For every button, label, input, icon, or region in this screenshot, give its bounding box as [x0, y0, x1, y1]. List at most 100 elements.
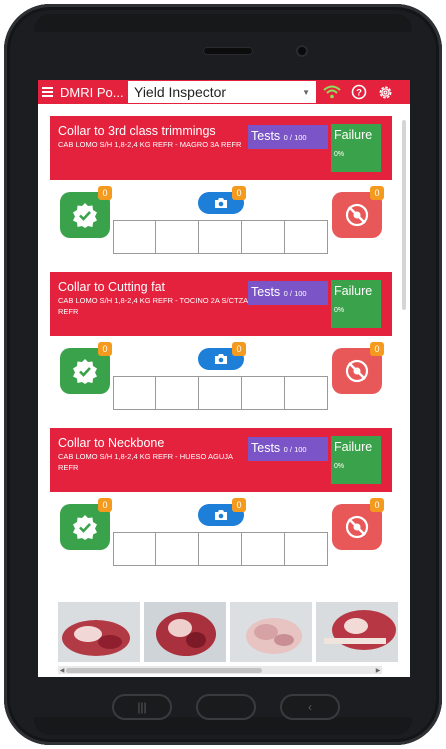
- failure-box: Failure 0%: [331, 436, 381, 484]
- camera-icon: [215, 354, 227, 364]
- tests-count: 0 / 100: [283, 133, 307, 142]
- pass-button[interactable]: 0: [60, 498, 112, 550]
- photo-slots: [113, 220, 328, 254]
- failure-percent: 0%: [334, 463, 345, 470]
- photo-slot[interactable]: [156, 376, 199, 410]
- photo-slot[interactable]: [199, 220, 242, 254]
- card-header: Collar to 3rd class trimmings CAB LOMO S…: [50, 116, 392, 180]
- card-body: 0 0 0: [50, 336, 392, 426]
- photo-slot[interactable]: [113, 220, 156, 254]
- yield-card: Collar to Neckbone CAB LOMO S/H 1,8-2,4 …: [50, 428, 392, 582]
- photo-slot[interactable]: [113, 376, 156, 410]
- fail-count-badge: 0: [370, 342, 384, 356]
- failure-percent: 0%: [334, 307, 345, 314]
- photo-gallery: [58, 602, 398, 662]
- yield-card: Collar to 3rd class trimmings CAB LOMO S…: [50, 116, 392, 270]
- camera-button[interactable]: 0: [198, 186, 246, 214]
- photo-slot[interactable]: [242, 220, 285, 254]
- card-title: Collar to Cutting fat: [58, 280, 165, 294]
- pass-button[interactable]: 0: [60, 342, 112, 394]
- photo-slots: [113, 376, 328, 410]
- failure-box: Failure 0%: [331, 124, 381, 172]
- camera-button[interactable]: 0: [198, 498, 246, 526]
- failure-label: Failure: [334, 128, 373, 142]
- camera-icon: [215, 510, 227, 520]
- photo-slot[interactable]: [242, 376, 285, 410]
- photo-count-badge: 0: [232, 342, 246, 356]
- help-icon[interactable]: ?: [351, 84, 367, 100]
- tablet-bumper-top: [34, 14, 412, 32]
- photo-slot[interactable]: [156, 532, 199, 566]
- card-header: Collar to Cutting fat CAB LOMO S/H 1,8-2…: [50, 272, 392, 336]
- meat-photo[interactable]: [58, 602, 140, 662]
- tests-counter: Tests 0 / 100: [248, 437, 328, 461]
- vertical-scrollbar[interactable]: [402, 120, 406, 310]
- checkmark-badge-icon: [73, 515, 97, 540]
- fail-button[interactable]: 0: [332, 186, 384, 238]
- tests-count: 0 / 100: [283, 289, 307, 298]
- card-subtitle: CAB LOMO S/H 1,8-2,4 KG REFR - HUESO AGU…: [58, 452, 233, 472]
- menu-icon[interactable]: [38, 87, 60, 97]
- card-subtitle: CAB LOMO S/H 1,8-2,4 KG REFR - TOCINO 2A…: [58, 296, 248, 316]
- photo-slot[interactable]: [285, 532, 328, 566]
- pass-count-badge: 0: [98, 186, 112, 200]
- back-button[interactable]: ‹: [280, 694, 340, 720]
- photo-count-badge: 0: [232, 498, 246, 512]
- pass-button[interactable]: 0: [60, 186, 112, 238]
- no-photo-icon: [345, 203, 369, 227]
- fail-button[interactable]: 0: [332, 498, 384, 550]
- tests-count: 0 / 100: [283, 445, 307, 454]
- failure-box: Failure 0%: [331, 280, 381, 328]
- failure-percent: 0%: [334, 151, 345, 158]
- photo-slot[interactable]: [242, 532, 285, 566]
- app-bar: DMRI Po... Yield Inspector ▼ ?: [38, 80, 410, 104]
- tests-label: Tests: [251, 285, 281, 299]
- inspector-dropdown[interactable]: Yield Inspector ▼: [128, 81, 316, 103]
- svg-text:?: ?: [356, 88, 362, 99]
- photo-slot[interactable]: [285, 220, 328, 254]
- photo-slot[interactable]: [199, 532, 242, 566]
- card-title: Collar to 3rd class trimmings: [58, 124, 216, 138]
- tests-counter: Tests 0 / 100: [248, 281, 328, 305]
- photo-slot[interactable]: [285, 376, 328, 410]
- tests-counter: Tests 0 / 100: [248, 125, 328, 149]
- photo-count-badge: 0: [232, 186, 246, 200]
- fail-button[interactable]: 0: [332, 342, 384, 394]
- card-title: Collar to Neckbone: [58, 436, 165, 450]
- settings-icon[interactable]: [377, 84, 394, 101]
- wifi-icon: [323, 85, 341, 99]
- photo-slot[interactable]: [156, 220, 199, 254]
- tests-label: Tests: [251, 129, 281, 143]
- card-body: 0 0 0: [50, 180, 392, 270]
- pass-count-badge: 0: [98, 498, 112, 512]
- yield-card: Collar to Cutting fat CAB LOMO S/H 1,8-2…: [50, 272, 392, 426]
- card-header: Collar to Neckbone CAB LOMO S/H 1,8-2,4 …: [50, 428, 392, 492]
- scroll-right-icon[interactable]: ▶: [374, 667, 382, 674]
- fail-count-badge: 0: [370, 186, 384, 200]
- card-body: 0 0 0: [50, 492, 392, 582]
- app-screen: DMRI Po... Yield Inspector ▼ ? Collar to…: [38, 80, 410, 677]
- scroll-thumb[interactable]: [66, 667, 262, 673]
- chevron-down-icon: ▼: [302, 87, 310, 97]
- photo-slots: [113, 532, 328, 566]
- meat-photo[interactable]: [316, 602, 398, 662]
- dropdown-value: Yield Inspector: [134, 84, 227, 100]
- meat-photo[interactable]: [230, 602, 312, 662]
- tests-label: Tests: [251, 441, 281, 455]
- camera-icon: [215, 198, 227, 208]
- home-button[interactable]: [196, 694, 256, 720]
- no-photo-icon: [345, 359, 369, 383]
- fail-count-badge: 0: [370, 498, 384, 512]
- meat-photo[interactable]: [144, 602, 226, 662]
- tablet-speaker: [204, 48, 252, 54]
- recent-apps-button[interactable]: |||: [112, 694, 172, 720]
- front-camera: [298, 47, 306, 55]
- camera-button[interactable]: 0: [198, 342, 246, 370]
- scroll-left-icon[interactable]: ◀: [58, 667, 66, 674]
- pass-count-badge: 0: [98, 342, 112, 356]
- app-title: DMRI Po...: [60, 84, 124, 100]
- horizontal-scrollbar[interactable]: ◀ ▶: [58, 666, 382, 674]
- photo-slot[interactable]: [199, 376, 242, 410]
- photo-slot[interactable]: [113, 532, 156, 566]
- no-photo-icon: [345, 515, 369, 539]
